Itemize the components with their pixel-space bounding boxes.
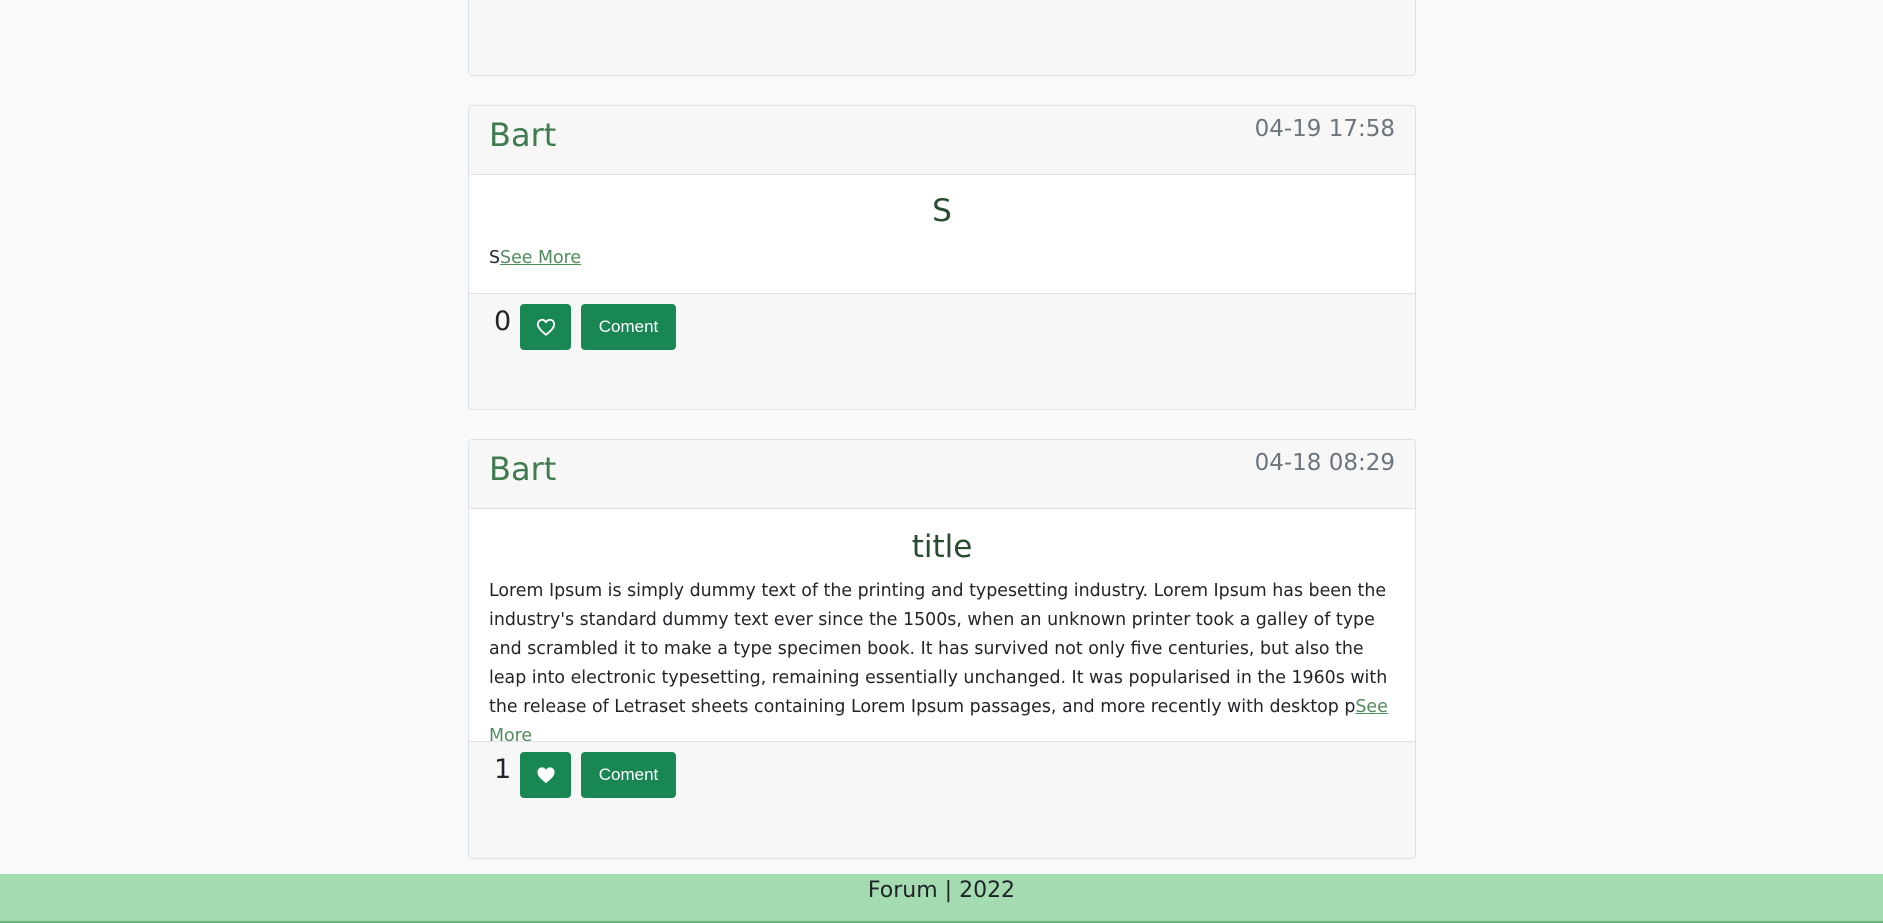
post-footer bbox=[469, 0, 1415, 75]
post-feed: Bart 04-19 17:58 S SSee More 0 Coment Ba… bbox=[0, 0, 1883, 923]
comment-button[interactable]: Coment bbox=[581, 304, 676, 350]
post-header: Bart 04-18 08:29 bbox=[469, 440, 1415, 509]
post-body: S SSee More bbox=[469, 175, 1415, 293]
heart-filled-icon bbox=[536, 766, 556, 784]
post-title: S bbox=[932, 193, 952, 229]
like-count: 0 bbox=[494, 306, 512, 337]
post-card: Bart 04-19 17:58 S SSee More 0 Coment bbox=[468, 105, 1416, 410]
like-count: 1 bbox=[494, 754, 512, 785]
like-button[interactable] bbox=[520, 752, 571, 798]
post-card: Bart 04-18 08:29 title Lorem Ipsum is si… bbox=[468, 439, 1416, 859]
post-header: Bart 04-19 17:58 bbox=[469, 106, 1415, 175]
post-author[interactable]: Bart bbox=[489, 450, 556, 488]
see-more-link[interactable]: See More bbox=[500, 248, 581, 268]
post-content: SSee More bbox=[489, 244, 1395, 273]
post-content-text: Lorem Ipsum is simply dummy text of the … bbox=[489, 581, 1388, 717]
post-content-text: S bbox=[489, 248, 501, 268]
post-date: 04-18 08:29 bbox=[1254, 450, 1395, 476]
post-body: title Lorem Ipsum is simply dummy text o… bbox=[469, 509, 1415, 746]
post-card bbox=[468, 0, 1416, 76]
post-date: 04-19 17:58 bbox=[1254, 116, 1395, 142]
heart-outline-icon bbox=[536, 318, 556, 336]
footer-text: Forum | 2022 bbox=[867, 878, 1016, 903]
comment-button[interactable]: Coment bbox=[581, 752, 676, 798]
post-footer: 1 Coment bbox=[469, 741, 1415, 858]
site-footer: Forum | 2022 bbox=[0, 874, 1883, 923]
like-button[interactable] bbox=[520, 304, 571, 350]
post-content: Lorem Ipsum is simply dummy text of the … bbox=[489, 577, 1395, 751]
post-footer: 0 Coment bbox=[469, 293, 1415, 409]
post-author[interactable]: Bart bbox=[489, 116, 556, 154]
post-title: title bbox=[911, 529, 973, 565]
